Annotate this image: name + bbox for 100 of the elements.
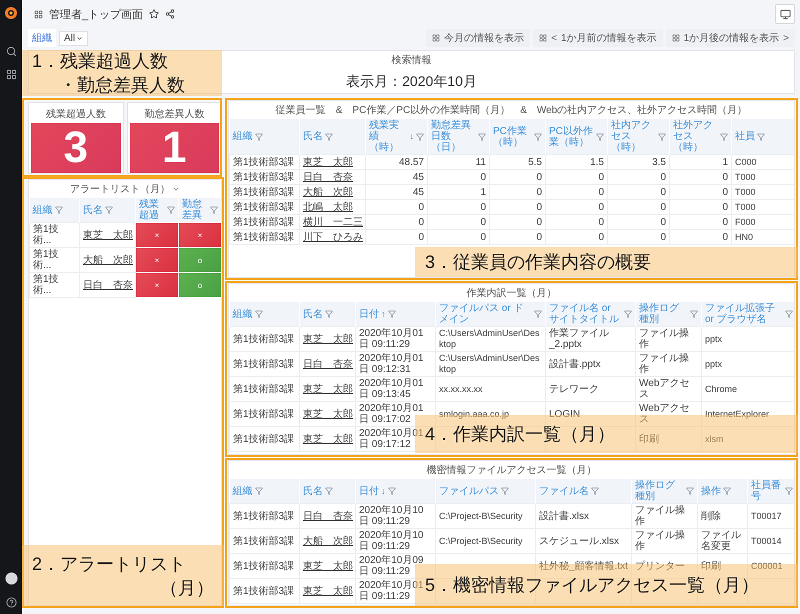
filter-icon[interactable]	[254, 132, 262, 140]
filter-icon[interactable]	[534, 132, 542, 140]
column-title: ファイル拡張子 or ブラウザ名	[705, 303, 776, 325]
filter-icon[interactable]	[254, 310, 262, 318]
filter-icon[interactable]	[785, 310, 793, 318]
filter-icon[interactable]	[501, 487, 509, 495]
help-icon[interactable]	[6, 597, 16, 608]
name-link[interactable]: 大船 次郎	[83, 254, 133, 266]
name-link[interactable]: 東芝 太郎	[303, 586, 353, 596]
column-header[interactable]: 氏名	[300, 119, 366, 154]
filter-icon[interactable]	[388, 487, 396, 495]
filter-icon[interactable]	[167, 206, 175, 214]
column-header[interactable]: 操作ログ種別	[636, 302, 702, 326]
column-header[interactable]: 組織	[30, 198, 80, 222]
filter-icon[interactable]	[388, 310, 396, 318]
filter-icon[interactable]	[210, 206, 218, 214]
filter-icon[interactable]	[325, 310, 333, 318]
column-header[interactable]: ファイルパス	[436, 479, 536, 504]
logo-icon[interactable]	[4, 6, 18, 20]
name-link[interactable]: 東芝 太郎	[303, 408, 353, 420]
column-header[interactable]: 社内アクセス（時）	[608, 119, 670, 154]
filter-icon[interactable]	[105, 206, 113, 214]
column-title: 残業超過	[139, 199, 160, 221]
filter-icon[interactable]	[325, 487, 333, 495]
sort-indicator[interactable]: ↑	[381, 308, 386, 320]
column-header[interactable]: 日付 ↓	[356, 479, 436, 504]
nav-button[interactable]: 1か月後の情報を表示 >	[666, 29, 795, 47]
filter-icon[interactable]	[534, 310, 542, 318]
share-icon[interactable]	[165, 9, 176, 19]
name-link[interactable]: 日白 杏奈	[83, 280, 133, 290]
column-header[interactable]: ファイル名 or サイトタイトル	[546, 302, 636, 326]
column-header[interactable]: 氏名	[80, 198, 136, 222]
column-header[interactable]: 社外アクセス（時）	[670, 119, 732, 154]
name-link[interactable]: 日白 杏奈	[303, 510, 353, 522]
filter-icon[interactable]	[596, 132, 604, 140]
name-link[interactable]: 北嶋 太郎	[303, 202, 353, 212]
filter-icon[interactable]	[785, 487, 793, 495]
filter-icon[interactable]	[325, 132, 333, 140]
sort-indicator[interactable]: ↓	[381, 486, 386, 496]
name-link[interactable]: 東芝 太郎	[303, 384, 353, 394]
column-header[interactable]: 組織	[230, 302, 300, 326]
filter-icon[interactable]	[591, 487, 599, 495]
column-header[interactable]: 残業超過	[136, 198, 178, 222]
column-header[interactable]: 氏名	[300, 479, 356, 504]
chevron-icon[interactable]	[172, 185, 180, 193]
column-header[interactable]: 組織	[230, 479, 300, 504]
filter-icon[interactable]	[720, 132, 728, 140]
name-link[interactable]: 横川 一二三	[303, 216, 363, 228]
avatar-icon[interactable]	[4, 572, 18, 585]
column-header[interactable]: ファイルパス or ドメイン	[436, 302, 546, 326]
sort-indicator[interactable]: ↓	[410, 131, 414, 142]
filter-icon[interactable]	[686, 487, 694, 495]
filter-icon[interactable]	[690, 310, 698, 318]
filter-icon[interactable]	[658, 132, 666, 140]
nav-button[interactable]: < 1か月前の情報を表示	[533, 29, 663, 47]
panel-title[interactable]: アラートリスト（月）	[70, 180, 170, 198]
column-header[interactable]: 操作	[698, 479, 748, 504]
name-link[interactable]: 東芝 太郎	[303, 434, 353, 444]
name-link[interactable]: 日白 杏奈	[303, 358, 353, 370]
table-cell: Webアクセス	[636, 402, 702, 426]
column-header[interactable]: PC作業（時）	[490, 119, 546, 154]
column-title: 勤怠差異日数（日）	[431, 120, 472, 153]
name-link[interactable]: 東芝 太郎	[303, 334, 353, 344]
column-header[interactable]: 日付 ↑	[356, 302, 436, 326]
name-link[interactable]: 東芝 太郎	[83, 230, 133, 240]
search-icon[interactable]	[6, 46, 16, 57]
variable-select[interactable]: All	[59, 30, 88, 46]
name-link[interactable]: 川下 ひろみ	[303, 232, 363, 242]
column-header[interactable]: 操作ログ種別	[632, 479, 698, 504]
table-cell: 第1技術部3課	[230, 170, 300, 184]
column-header[interactable]: 勤怠差異	[178, 198, 221, 222]
filter-icon[interactable]	[757, 132, 765, 140]
column-header[interactable]: PC以外作業（時）	[546, 119, 608, 154]
column-header[interactable]: 社員	[732, 119, 794, 154]
filter-icon[interactable]	[723, 487, 731, 495]
name-link[interactable]: 日白 杏奈	[303, 172, 353, 182]
name-link[interactable]: 大船 次郎	[303, 186, 353, 198]
grid-icon	[432, 34, 440, 42]
filter-icon[interactable]	[624, 310, 632, 318]
dashboards-icon[interactable]	[6, 69, 16, 80]
filter-icon[interactable]	[254, 487, 262, 495]
column-header[interactable]: 氏名	[300, 302, 356, 326]
column-header[interactable]: 残業実績（時） ↓	[366, 119, 428, 154]
filter-icon[interactable]	[54, 206, 62, 214]
name-link[interactable]: 東芝 太郎	[303, 156, 353, 168]
column-header[interactable]: 組織	[230, 119, 300, 154]
nav-button[interactable]: 今月の情報を表示	[426, 29, 530, 47]
star-icon[interactable]	[149, 9, 160, 19]
table-cell: 0	[490, 230, 546, 244]
name-link[interactable]: 東芝 太郎	[303, 560, 353, 572]
column-header[interactable]: ファイル名	[536, 479, 632, 504]
tv-mode-button[interactable]	[775, 4, 795, 24]
filter-icon[interactable]	[478, 132, 486, 140]
column-title: PC作業（時）	[493, 126, 528, 148]
column-header[interactable]: 社員番号	[748, 479, 794, 504]
column-header[interactable]: ファイル拡張子 or ブラウザ名	[702, 302, 794, 326]
filter-icon[interactable]	[416, 132, 424, 140]
column-header[interactable]: 勤怠差異日数（日）	[428, 119, 490, 154]
name-link[interactable]: 大船 次郎	[303, 536, 353, 546]
dashboard-title[interactable]: 管理者_トップ画面	[49, 6, 144, 22]
